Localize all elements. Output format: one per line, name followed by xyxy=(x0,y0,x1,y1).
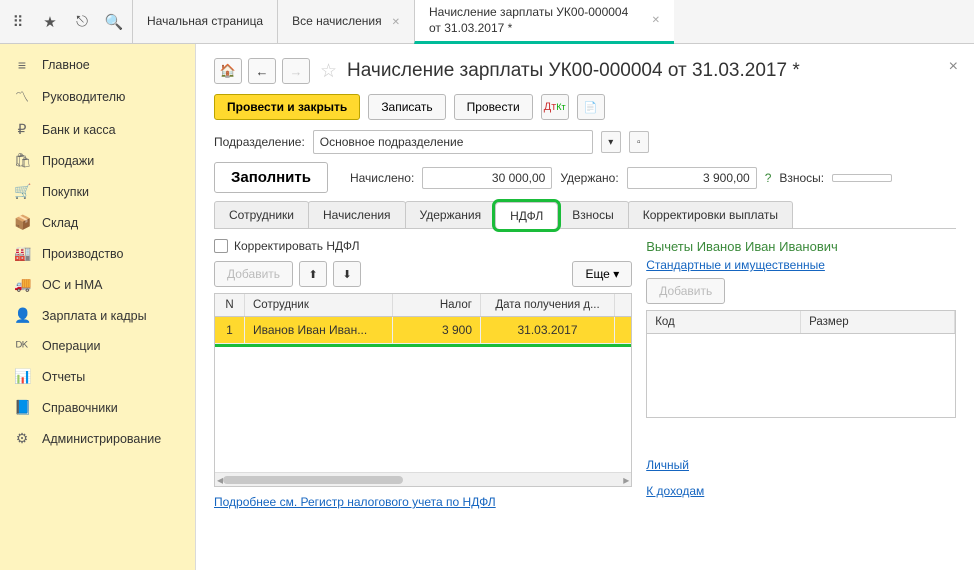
itab-corrections[interactable]: Корректировки выплаты xyxy=(628,201,793,228)
close-icon[interactable]: ✕ xyxy=(392,17,400,28)
print-button[interactable]: 📄 xyxy=(577,94,605,120)
top-bar: ⠿ ★ ⎋ 🔍 Начальная страница Все начислени… xyxy=(0,0,974,44)
search-icon[interactable]: 🔍 xyxy=(104,13,124,31)
person-icon: 👤 xyxy=(14,307,30,324)
back-button[interactable]: ← xyxy=(248,58,276,84)
bag-icon: 🛍 xyxy=(14,152,30,169)
deductions-title: Вычеты Иванов Иван Иванович xyxy=(646,239,956,254)
gear-icon: ⚙ xyxy=(14,430,30,447)
sidebar-item-main[interactable]: ≡Главное xyxy=(0,50,195,80)
adjust-ndfl-label: Корректировать НДФЛ xyxy=(234,239,359,253)
box-icon: 📦 xyxy=(14,214,30,231)
truck-icon: 🚚 xyxy=(14,276,30,293)
sidebar: ≡Главное 〽Руководителю ₽Банк и касса 🛍Пр… xyxy=(0,44,196,570)
forward-button[interactable]: → xyxy=(282,58,310,84)
standard-link[interactable]: Стандартные и имущественные xyxy=(646,258,825,272)
star-icon[interactable]: ★ xyxy=(40,13,60,31)
help-icon[interactable]: ? xyxy=(765,171,772,185)
col-date[interactable]: Дата получения д... xyxy=(481,294,615,316)
sidebar-item-catalogs[interactable]: 📘Справочники xyxy=(0,392,195,423)
close-icon[interactable]: ✕ xyxy=(652,15,660,26)
department-label: Подразделение: xyxy=(214,135,305,149)
page-title: Начисление зарплаты УК00-000004 от 31.03… xyxy=(347,60,800,82)
itab-accruals[interactable]: Начисления xyxy=(308,201,406,228)
col-size[interactable]: Размер xyxy=(801,311,955,333)
chart-icon: 〽 xyxy=(14,87,30,107)
post-close-button[interactable]: Провести и закрыть xyxy=(214,94,360,120)
favorite-star-icon[interactable]: ☆ xyxy=(320,60,337,83)
content-pane: × 🏠 ← → ☆ Начисление зарплаты УК00-00000… xyxy=(196,44,974,570)
sidebar-item-manager[interactable]: 〽Руководителю xyxy=(0,80,195,114)
tab-start-page[interactable]: Начальная страница xyxy=(132,0,277,44)
withheld-label: Удержано: xyxy=(560,171,618,185)
fill-button[interactable]: Заполнить xyxy=(214,162,328,193)
accrued-label: Начислено: xyxy=(350,171,414,185)
tab-all-accruals[interactable]: Все начисления ✕ xyxy=(277,0,414,44)
window-tabs: Начальная страница Все начисления ✕ Начи… xyxy=(132,0,674,43)
sidebar-item-production[interactable]: 🏭Производство xyxy=(0,238,195,269)
col-employee[interactable]: Сотрудник xyxy=(245,294,393,316)
adjust-ndfl-checkbox[interactable] xyxy=(214,239,228,253)
sidebar-item-sales[interactable]: 🛍Продажи xyxy=(0,145,195,176)
accrued-field[interactable]: 30 000,00 xyxy=(422,167,552,189)
col-code[interactable]: Код xyxy=(647,311,801,333)
dk-icon: ᴰᴷ xyxy=(14,338,30,354)
itab-contributions[interactable]: Взносы xyxy=(557,201,628,228)
open-button[interactable]: ▫ xyxy=(629,131,649,153)
sidebar-item-operations[interactable]: ᴰᴷОперации xyxy=(0,331,195,361)
factory-icon: 🏭 xyxy=(14,245,30,262)
sidebar-item-os[interactable]: 🚚ОС и НМА xyxy=(0,269,195,300)
sidebar-item-reports[interactable]: 📊Отчеты xyxy=(0,361,195,392)
move-up-button[interactable]: ⬆ xyxy=(299,261,327,287)
home-button[interactable]: 🏠 xyxy=(214,58,242,84)
more-button[interactable]: Еще ▾ xyxy=(572,261,632,287)
ruble-icon: ₽ xyxy=(14,121,30,138)
itab-ndfl[interactable]: НДФЛ xyxy=(495,202,558,229)
sidebar-item-payroll[interactable]: 👤Зарплата и кадры xyxy=(0,300,195,331)
itab-employees[interactable]: Сотрудники xyxy=(214,201,309,228)
cart-icon: 🛒 xyxy=(14,183,30,200)
inner-tabs: Сотрудники Начисления Удержания НДФЛ Взн… xyxy=(214,201,956,229)
personal-link[interactable]: Личный xyxy=(646,458,689,472)
itab-deductions[interactable]: Удержания xyxy=(405,201,497,228)
income-link[interactable]: К доходам xyxy=(646,484,704,498)
sidebar-item-purchases[interactable]: 🛒Покупки xyxy=(0,176,195,207)
deductions-table: Код Размер xyxy=(646,310,956,418)
contributions-field[interactable] xyxy=(832,174,892,182)
barchart-icon: 📊 xyxy=(14,368,30,385)
clipboard-icon[interactable]: ⎋ xyxy=(72,13,92,30)
sidebar-item-bank[interactable]: ₽Банк и касса xyxy=(0,114,195,145)
col-tax[interactable]: Налог xyxy=(393,294,481,316)
add-row-button[interactable]: Добавить xyxy=(214,261,293,287)
withheld-field[interactable]: 3 900,00 xyxy=(627,167,757,189)
department-select[interactable]: Основное подразделение xyxy=(313,130,593,154)
h-scrollbar[interactable]: ◂ ▸ xyxy=(215,472,631,486)
save-button[interactable]: Записать xyxy=(368,94,445,120)
tab-payroll-doc[interactable]: Начисление зарплаты УК00-000004 от 31.03… xyxy=(414,0,674,44)
close-page-icon[interactable]: × xyxy=(949,58,958,76)
sidebar-item-warehouse[interactable]: 📦Склад xyxy=(0,207,195,238)
book-icon: 📘 xyxy=(14,399,30,416)
ndfl-table: N Сотрудник Налог Дата получения д... 1 … xyxy=(214,293,632,487)
move-down-button[interactable]: ⬇ xyxy=(333,261,361,287)
add-deduction-button[interactable]: Добавить xyxy=(646,278,725,304)
register-link[interactable]: Подробнее см. Регистр налогового учета п… xyxy=(214,495,496,509)
dropdown-button[interactable]: ▾ xyxy=(601,131,621,153)
post-button[interactable]: Провести xyxy=(454,94,533,120)
col-n[interactable]: N xyxy=(215,294,245,316)
register-button[interactable]: ДтКт xyxy=(541,94,569,120)
sidebar-item-admin[interactable]: ⚙Администрирование xyxy=(0,423,195,454)
table-row[interactable]: 1 Иванов Иван Иван... 3 900 31.03.2017 xyxy=(215,317,631,344)
contributions-label: Взносы: xyxy=(779,171,824,185)
menu-icon: ≡ xyxy=(14,57,30,73)
apps-icon[interactable]: ⠿ xyxy=(8,13,28,31)
